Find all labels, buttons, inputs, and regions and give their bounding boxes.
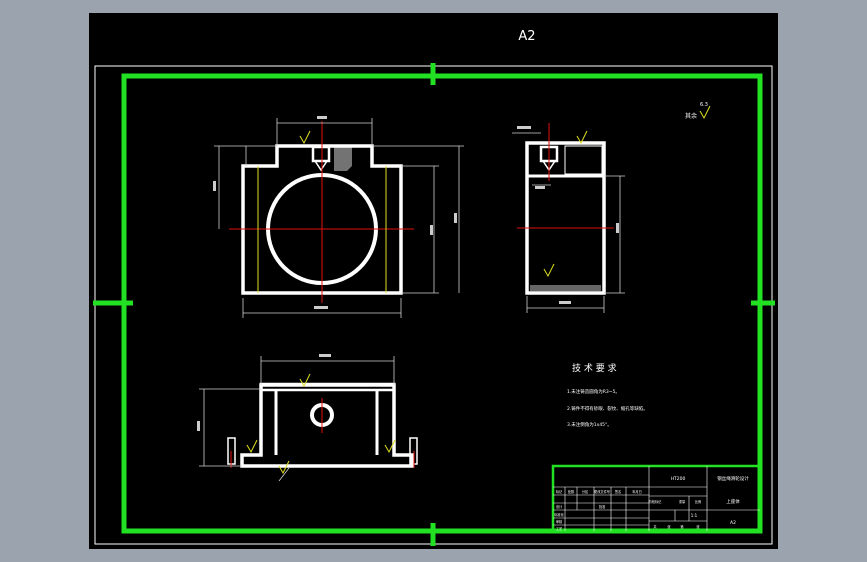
- title-block-label: 年月日: [632, 489, 642, 494]
- tech-requirement-3: 3.未注倒角为1x45°。: [567, 421, 612, 428]
- title-block-label: 阶段标记: [649, 499, 663, 504]
- title-block-label: 标记: [556, 489, 563, 494]
- cad-drawing: 其余 6.3 技 术 要 求 1.未注铸造圆角为R3~5。 2.铸件不得有砂眼、…: [93, 63, 775, 546]
- title-block-label: 分区: [582, 489, 589, 494]
- roughness-label: 其余: [685, 112, 697, 120]
- title-block-label: 更改文件号: [594, 489, 610, 494]
- title-block-label: 处数: [568, 489, 575, 494]
- roughness-value: 6.3: [700, 102, 708, 108]
- title-block-label: 共: [653, 524, 657, 529]
- title-block-label: 审核: [556, 519, 563, 524]
- title-block-label: 批准: [599, 504, 606, 509]
- title-block-label: 设计: [556, 504, 563, 509]
- title-block-label: 张: [696, 524, 700, 529]
- title-block-project: 钢丝绳滑轮设计: [717, 475, 749, 482]
- front-view: [214, 118, 464, 318]
- title-block-material: HT200: [671, 476, 686, 482]
- side-view: [512, 123, 625, 313]
- title-block-label: 签名: [615, 489, 621, 494]
- title-block-label: 比例: [695, 499, 701, 504]
- title-block-scale: 1:1: [691, 513, 698, 518]
- title-block: HT200 钢丝绳滑轮设计 上座体 A2 1:1: [551, 464, 762, 533]
- title-block-label: 张: [667, 524, 671, 529]
- top-view: [199, 356, 418, 482]
- title-block-label: 第: [680, 524, 684, 529]
- title-block-part-name: 上座体: [726, 498, 740, 505]
- tech-requirements-title: 技 术 要 求: [572, 362, 617, 374]
- title-block-label: 工艺: [556, 526, 562, 531]
- centering-marks: [93, 63, 775, 546]
- tech-requirement-2: 2.铸件不得有砂眼、裂纹、缩孔等缺陷。: [567, 405, 648, 412]
- tech-requirement-1: 1.未注铸造圆角为R3~5。: [567, 388, 620, 395]
- title-block-label: 标准化: [554, 512, 564, 517]
- title-block-label: 重量: [679, 499, 686, 504]
- outer-border: [94, 65, 773, 545]
- title-block-sheet-code: A2: [730, 520, 736, 526]
- drawing-sheet: A2 其余 6.3 技 术 要 求 1.未注铸造圆角为R3~5。 2.铸件不得有…: [89, 13, 778, 549]
- green-frame: [121, 73, 763, 534]
